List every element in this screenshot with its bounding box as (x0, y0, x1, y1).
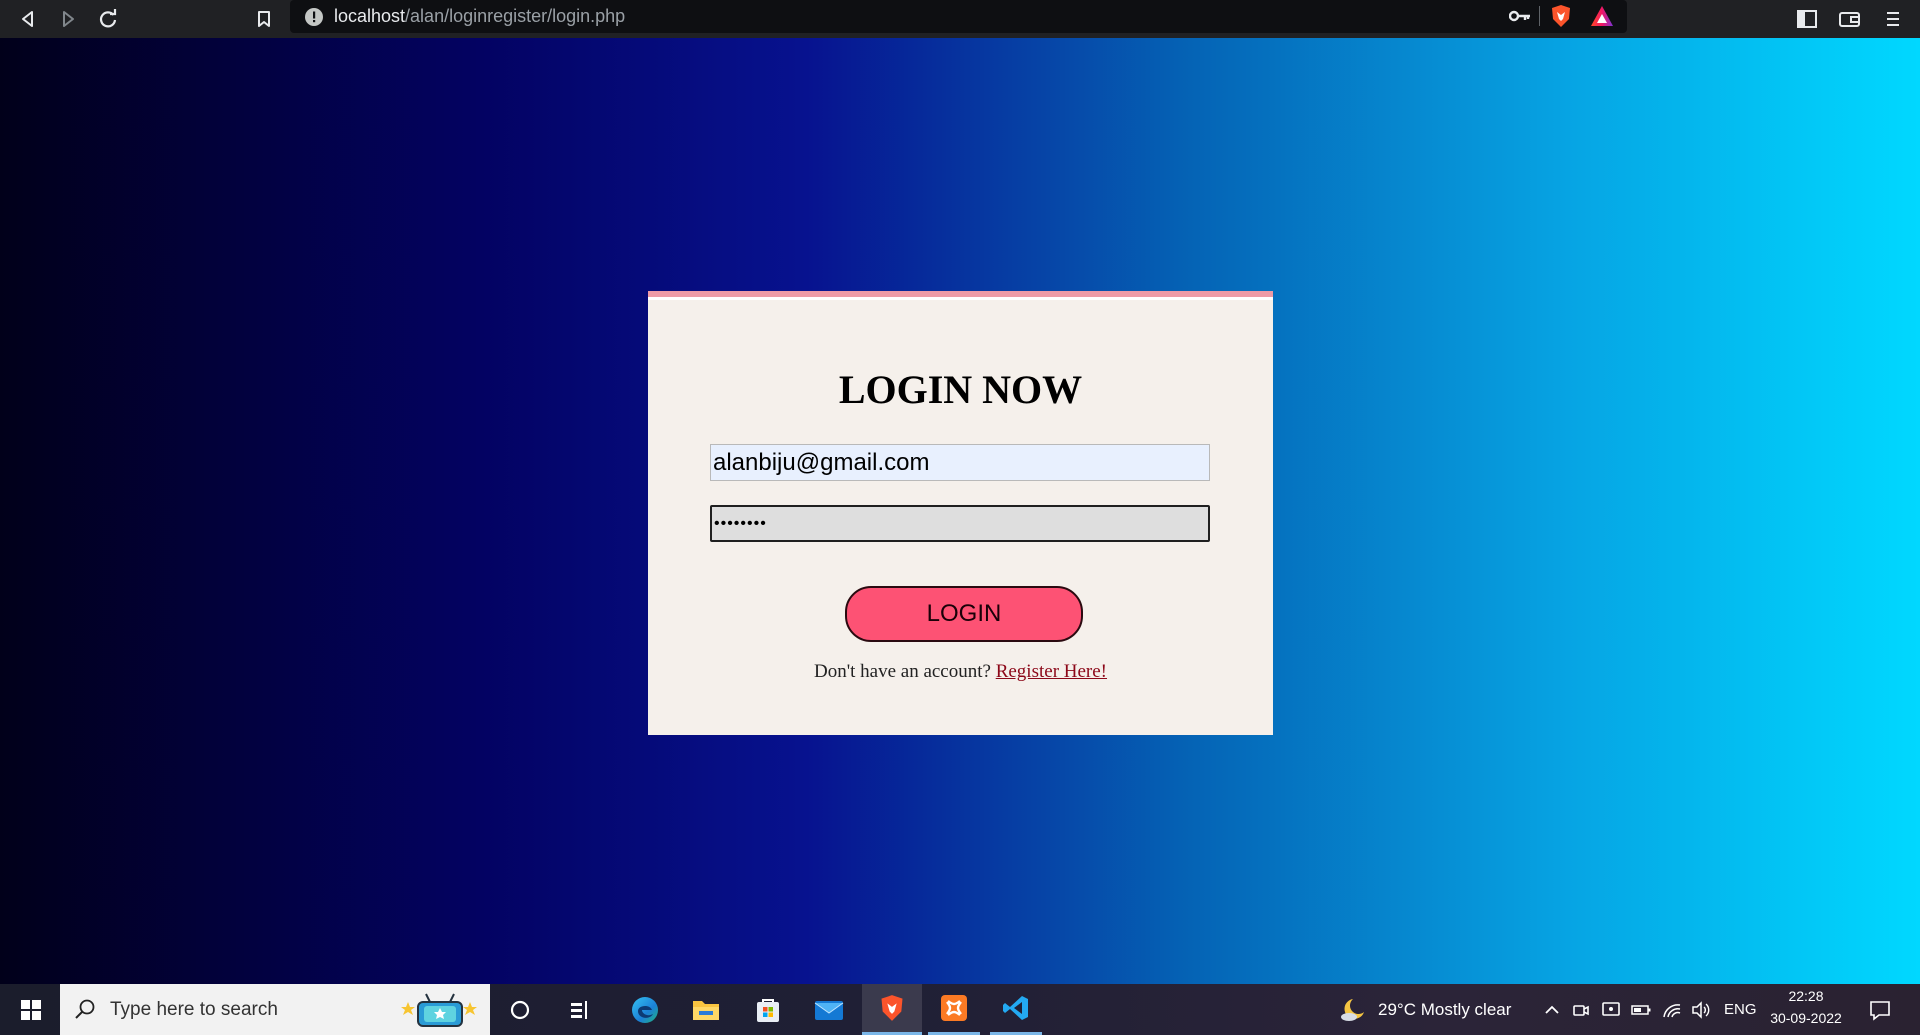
language-indicator[interactable]: ENG (1724, 1001, 1757, 1018)
bookmark-icon[interactable] (248, 3, 280, 35)
projection-icon[interactable] (1600, 984, 1622, 1035)
taskbar-search-box[interactable]: Type here to search (60, 984, 490, 1035)
wallet-icon[interactable] (1835, 4, 1865, 34)
notification-icon[interactable] (1862, 984, 1898, 1035)
meet-now-icon[interactable] (1570, 984, 1592, 1035)
site-info-icon[interactable] (304, 7, 324, 32)
divider (1539, 6, 1540, 26)
page-title: LOGIN NOW (838, 367, 1083, 412)
battery-icon[interactable] (1629, 984, 1653, 1035)
clock[interactable]: 22:28 30-09-2022 (1766, 988, 1846, 1032)
windows-start-icon[interactable] (6, 984, 56, 1035)
back-icon[interactable] (12, 3, 44, 35)
weather-icon[interactable] (1338, 984, 1368, 1035)
task-view-icon[interactable] (558, 984, 602, 1035)
url-text: localhost/alan/loginregister/login.php (334, 6, 626, 26)
login-card: LOGIN NOW LOGIN Don't have an account? R… (648, 291, 1273, 735)
search-placeholder: Type here to search (110, 999, 278, 1020)
wifi-icon[interactable] (1660, 984, 1684, 1035)
register-link[interactable]: Register Here! (996, 661, 1107, 682)
volume-icon[interactable] (1689, 984, 1713, 1035)
mail-icon[interactable] (804, 984, 854, 1035)
password-field[interactable] (710, 505, 1210, 542)
forward-icon[interactable] (52, 3, 84, 35)
store-icon[interactable] (743, 984, 793, 1035)
browser-toolbar: localhost/alan/loginregister/login.php (0, 0, 1920, 38)
page-background: LOGIN NOW LOGIN Don't have an account? R… (0, 38, 1920, 984)
register-prompt-text: Don't have an account? (813, 661, 991, 682)
login-button[interactable]: LOGIN (845, 586, 1083, 642)
email-field[interactable] (710, 444, 1210, 481)
sidebar-icon[interactable] (1792, 4, 1822, 34)
clock-time: 22:28 (1788, 988, 1824, 1004)
weather-text[interactable]: 29°C Mostly clear (1378, 1000, 1511, 1020)
menu-icon[interactable] (1878, 4, 1908, 34)
brave-icon[interactable] (862, 984, 922, 1035)
file-explorer-icon[interactable] (681, 984, 731, 1035)
brave-rewards-icon[interactable] (1587, 1, 1617, 31)
clock-date: 30-09-2022 (1770, 1010, 1842, 1026)
taskbar: Type here to search 29°C Mostly clear EN… (0, 984, 1920, 1035)
key-icon[interactable] (1505, 1, 1535, 31)
brave-shield-icon[interactable] (1546, 1, 1576, 31)
xampp-icon[interactable] (928, 984, 980, 1035)
cortana-icon[interactable] (498, 984, 542, 1035)
chevron-up-icon[interactable] (1540, 984, 1564, 1035)
search-icon (74, 998, 96, 1025)
edge-icon[interactable] (620, 984, 670, 1035)
reload-icon[interactable] (92, 3, 124, 35)
register-prompt: Don't have an account? Register Here! (648, 661, 1273, 683)
vscode-icon[interactable] (990, 984, 1042, 1035)
address-bar[interactable]: localhost/alan/loginregister/login.php (290, 0, 1627, 33)
search-highlight-icon (398, 990, 482, 1035)
